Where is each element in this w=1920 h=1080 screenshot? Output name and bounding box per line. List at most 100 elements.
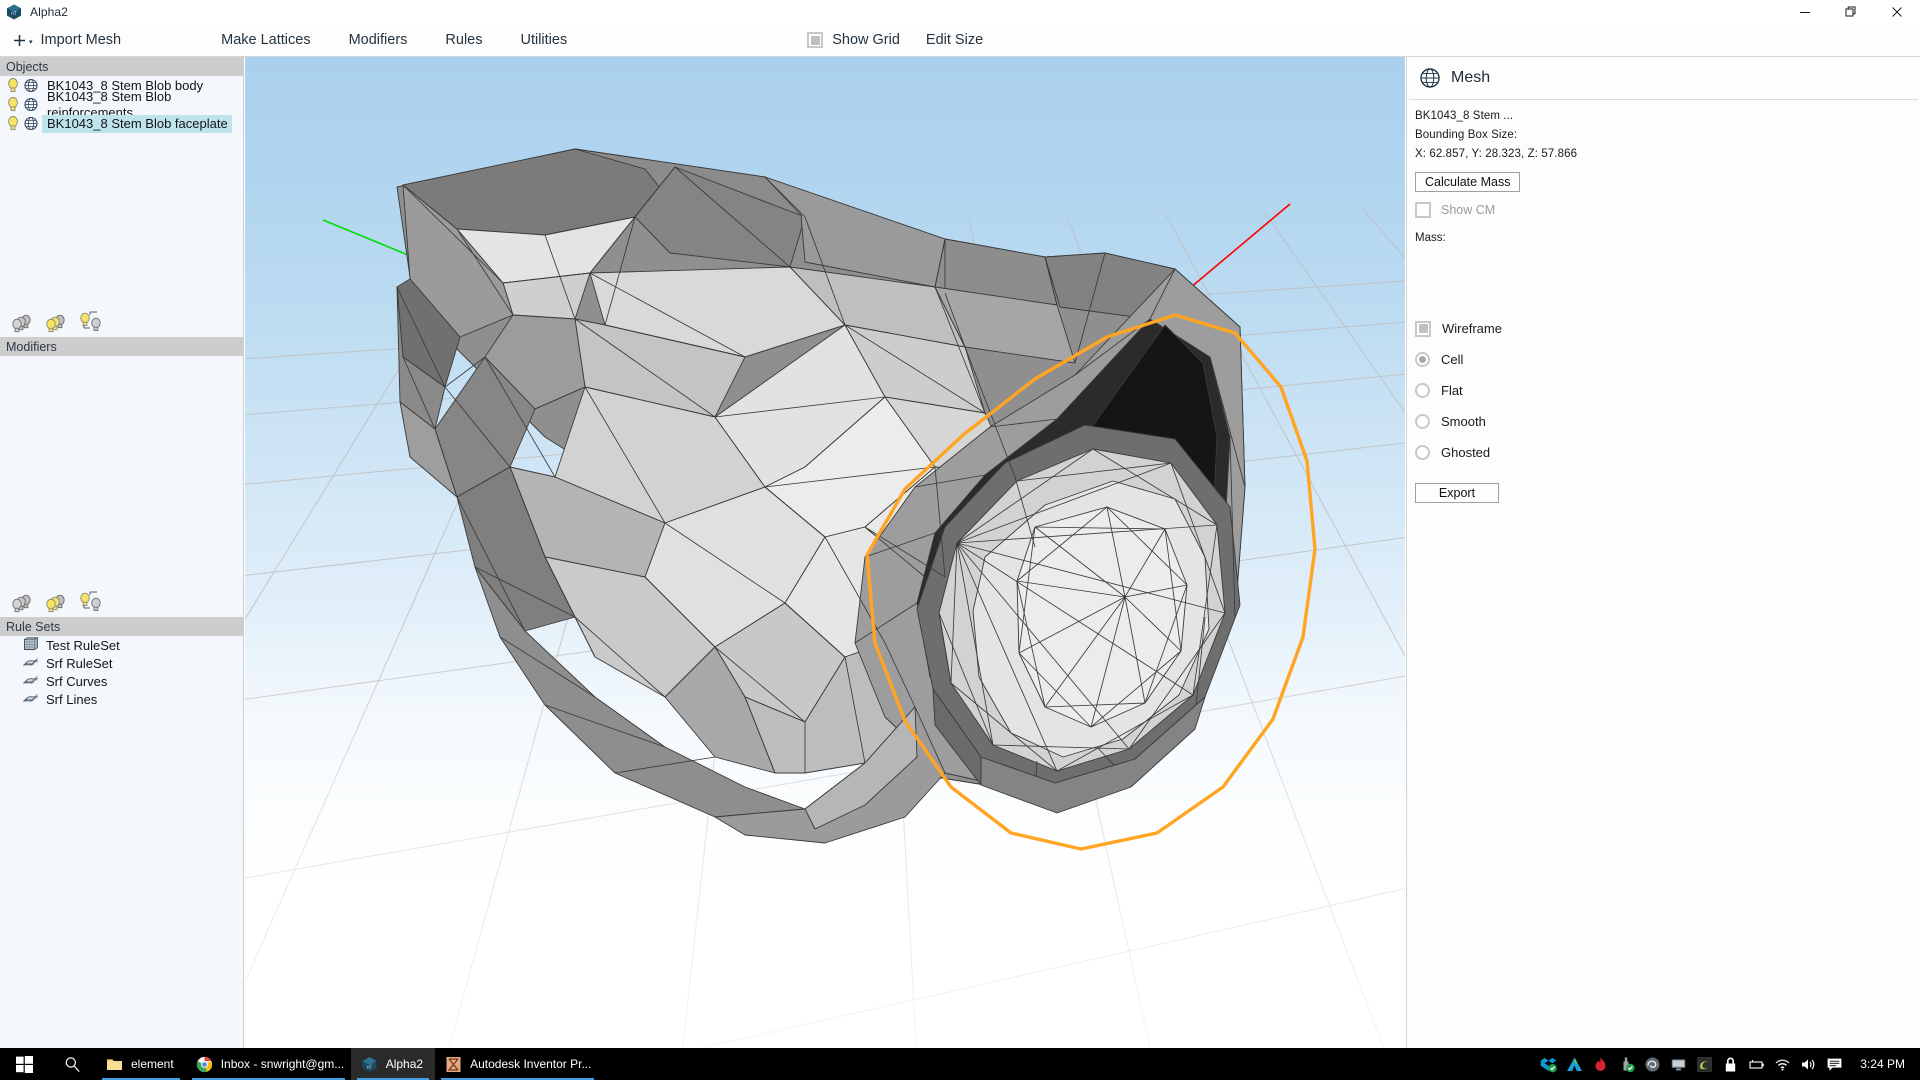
start-button[interactable] <box>0 1048 48 1080</box>
surface-ribbon-icon <box>22 691 39 707</box>
show-cm-row: Show CM <box>1407 202 1920 218</box>
nvidia-icon[interactable] <box>1696 1056 1713 1073</box>
chevron-down-icon: ▾ <box>29 39 33 46</box>
dropbox-icon[interactable] <box>1540 1056 1558 1073</box>
list-item[interactable]: Srf RuleSet <box>0 654 243 672</box>
wireframe-row[interactable]: Wireframe <box>1415 318 1920 339</box>
taskbar-label: element <box>131 1057 174 1071</box>
menu-utilities[interactable]: Utilities <box>520 32 567 48</box>
surface-ribbon-icon <box>22 673 39 689</box>
list-item[interactable]: Srf Lines <box>0 690 243 708</box>
main-toolbar: ▾ Import Mesh Make Lattices Modifiers Ru… <box>0 24 1920 57</box>
shading-mode-cell[interactable]: Cell <box>1415 349 1920 370</box>
mesh-globe-icon <box>23 115 39 132</box>
ruleset-name: Srf Lines <box>46 691 98 707</box>
calculate-mass-button[interactable]: Calculate Mass <box>1415 172 1521 192</box>
shading-mode-ghosted[interactable]: Ghosted <box>1415 442 1920 463</box>
mass-row: Mass: <box>1407 232 1920 244</box>
lattice-cube-icon <box>22 637 40 653</box>
app-icon: nT <box>5 3 23 21</box>
flame-icon[interactable] <box>1592 1056 1609 1073</box>
radio-ghosted[interactable] <box>1415 445 1430 460</box>
menu-rules[interactable]: Rules <box>445 32 482 48</box>
shading-mode-flat[interactable]: Flat <box>1415 380 1920 401</box>
wireframe-label: Wireframe <box>1442 321 1502 336</box>
list-item[interactable]: Test RuleSet <box>0 636 243 654</box>
battery-icon[interactable] <box>1748 1056 1765 1073</box>
modifiers-list <box>0 356 243 587</box>
minimize-button[interactable] <box>1782 0 1828 24</box>
taskbar-item-chrome[interactable]: Inbox - snwright@gm... <box>186 1048 351 1080</box>
show-grid-checkbox[interactable] <box>807 32 824 48</box>
ruleset-name: Test RuleSet <box>46 637 120 653</box>
list-item-selected[interactable]: BK1043_8 Stem Blob faceplate <box>0 114 243 133</box>
show-all-bulbs-icon[interactable] <box>10 590 36 614</box>
show-grid-label: Show Grid <box>832 32 900 48</box>
visibility-bulb-icon[interactable] <box>5 96 21 113</box>
shading-mode-label: Flat <box>1441 383 1463 398</box>
search-button[interactable] <box>48 1048 96 1080</box>
close-button[interactable] <box>1874 0 1920 24</box>
radio-cell[interactable] <box>1415 352 1430 367</box>
modifiers-visibility-tools <box>0 587 243 617</box>
export-wrap: Export <box>1415 483 1920 503</box>
volume-icon[interactable] <box>1800 1056 1817 1073</box>
search-icon <box>65 1056 80 1072</box>
usb-safely-remove-icon[interactable] <box>1618 1056 1635 1073</box>
wifi-icon[interactable] <box>1774 1056 1791 1073</box>
3d-viewport[interactable] <box>245 57 1405 1048</box>
onedrive-spiral-icon[interactable] <box>1644 1056 1661 1073</box>
shading-mode-label: Ghosted <box>1441 445 1491 460</box>
bounding-box-label: Bounding Box Size: <box>1415 129 1518 141</box>
taskbar-item-element[interactable]: element <box>96 1048 186 1080</box>
menu-modifiers[interactable]: Modifiers <box>349 32 408 48</box>
list-item[interactable]: Srf Curves <box>0 672 243 690</box>
cube-icon: nT <box>361 1056 378 1073</box>
autodesk-icon[interactable] <box>1566 1056 1583 1073</box>
inspector-header: Mesh <box>1407 57 1920 99</box>
folder-icon <box>106 1056 123 1073</box>
export-button[interactable]: Export <box>1415 483 1499 503</box>
rulesets-panel-header: Rule Sets <box>0 617 243 636</box>
lock-icon[interactable] <box>1722 1056 1739 1073</box>
windows-taskbar: element Inbox - snwright@gm... nT Alpha2… <box>0 1048 1920 1080</box>
display-icon[interactable] <box>1670 1056 1687 1073</box>
window-title-bar: nT Alpha2 <box>0 0 1920 24</box>
objects-visibility-tools <box>0 307 243 337</box>
edit-size-button[interactable]: Edit Size <box>926 32 983 48</box>
inspector-title: Mesh <box>1451 69 1491 86</box>
wireframe-checkbox[interactable] <box>1415 320 1431 337</box>
shading-mode-smooth[interactable]: Smooth <box>1415 411 1920 432</box>
taskbar-item-inventor[interactable]: Autodesk Inventor Pr... <box>435 1048 600 1080</box>
radio-smooth[interactable] <box>1415 414 1430 429</box>
show-cm-checkbox[interactable] <box>1415 202 1431 218</box>
shading-mode-label: Cell <box>1441 352 1464 367</box>
taskbar-clock[interactable]: 3:24 PM <box>1860 1057 1905 1071</box>
list-item[interactable]: BK1043_8 Stem Blob reinforcements <box>0 89 243 120</box>
add-object-button[interactable]: ▾ <box>12 33 33 48</box>
inventor-icon <box>445 1056 462 1073</box>
import-mesh-button[interactable]: Import Mesh <box>41 32 122 48</box>
menu-bar: Make Lattices Modifiers Rules Utilities <box>221 32 567 48</box>
modifiers-panel-header: Modifiers <box>0 337 243 356</box>
hide-all-bulbs-icon[interactable] <box>44 590 70 614</box>
show-all-bulbs-icon[interactable] <box>10 310 36 334</box>
menu-make-lattices[interactable]: Make Lattices <box>221 32 310 48</box>
shading-mode-label: Smooth <box>1441 414 1486 429</box>
action-center-icon[interactable] <box>1826 1056 1843 1073</box>
rulesets-list: Test RuleSet Srf RuleSet Srf Curves Srf … <box>0 636 243 708</box>
taskbar-item-alpha2[interactable]: nT Alpha2 <box>350 1048 436 1080</box>
mesh-globe-icon <box>23 77 39 94</box>
inspector-divider <box>1409 99 1918 100</box>
isolate-bulb-icon[interactable] <box>78 590 104 614</box>
shading-mode-group: Wireframe Cell Flat Smooth Ghosted Expor… <box>1407 318 1920 503</box>
chrome-icon <box>196 1056 213 1073</box>
isolate-bulb-icon[interactable] <box>78 310 104 334</box>
visibility-bulb-icon[interactable] <box>5 115 21 132</box>
restore-button[interactable] <box>1828 0 1874 24</box>
show-cm-label: Show CM <box>1441 203 1496 217</box>
inspector-object-name: BK1043_8 Stem ... <box>1415 110 1514 122</box>
radio-flat[interactable] <box>1415 383 1430 398</box>
visibility-bulb-icon[interactable] <box>5 77 21 94</box>
hide-all-bulbs-icon[interactable] <box>44 310 70 334</box>
